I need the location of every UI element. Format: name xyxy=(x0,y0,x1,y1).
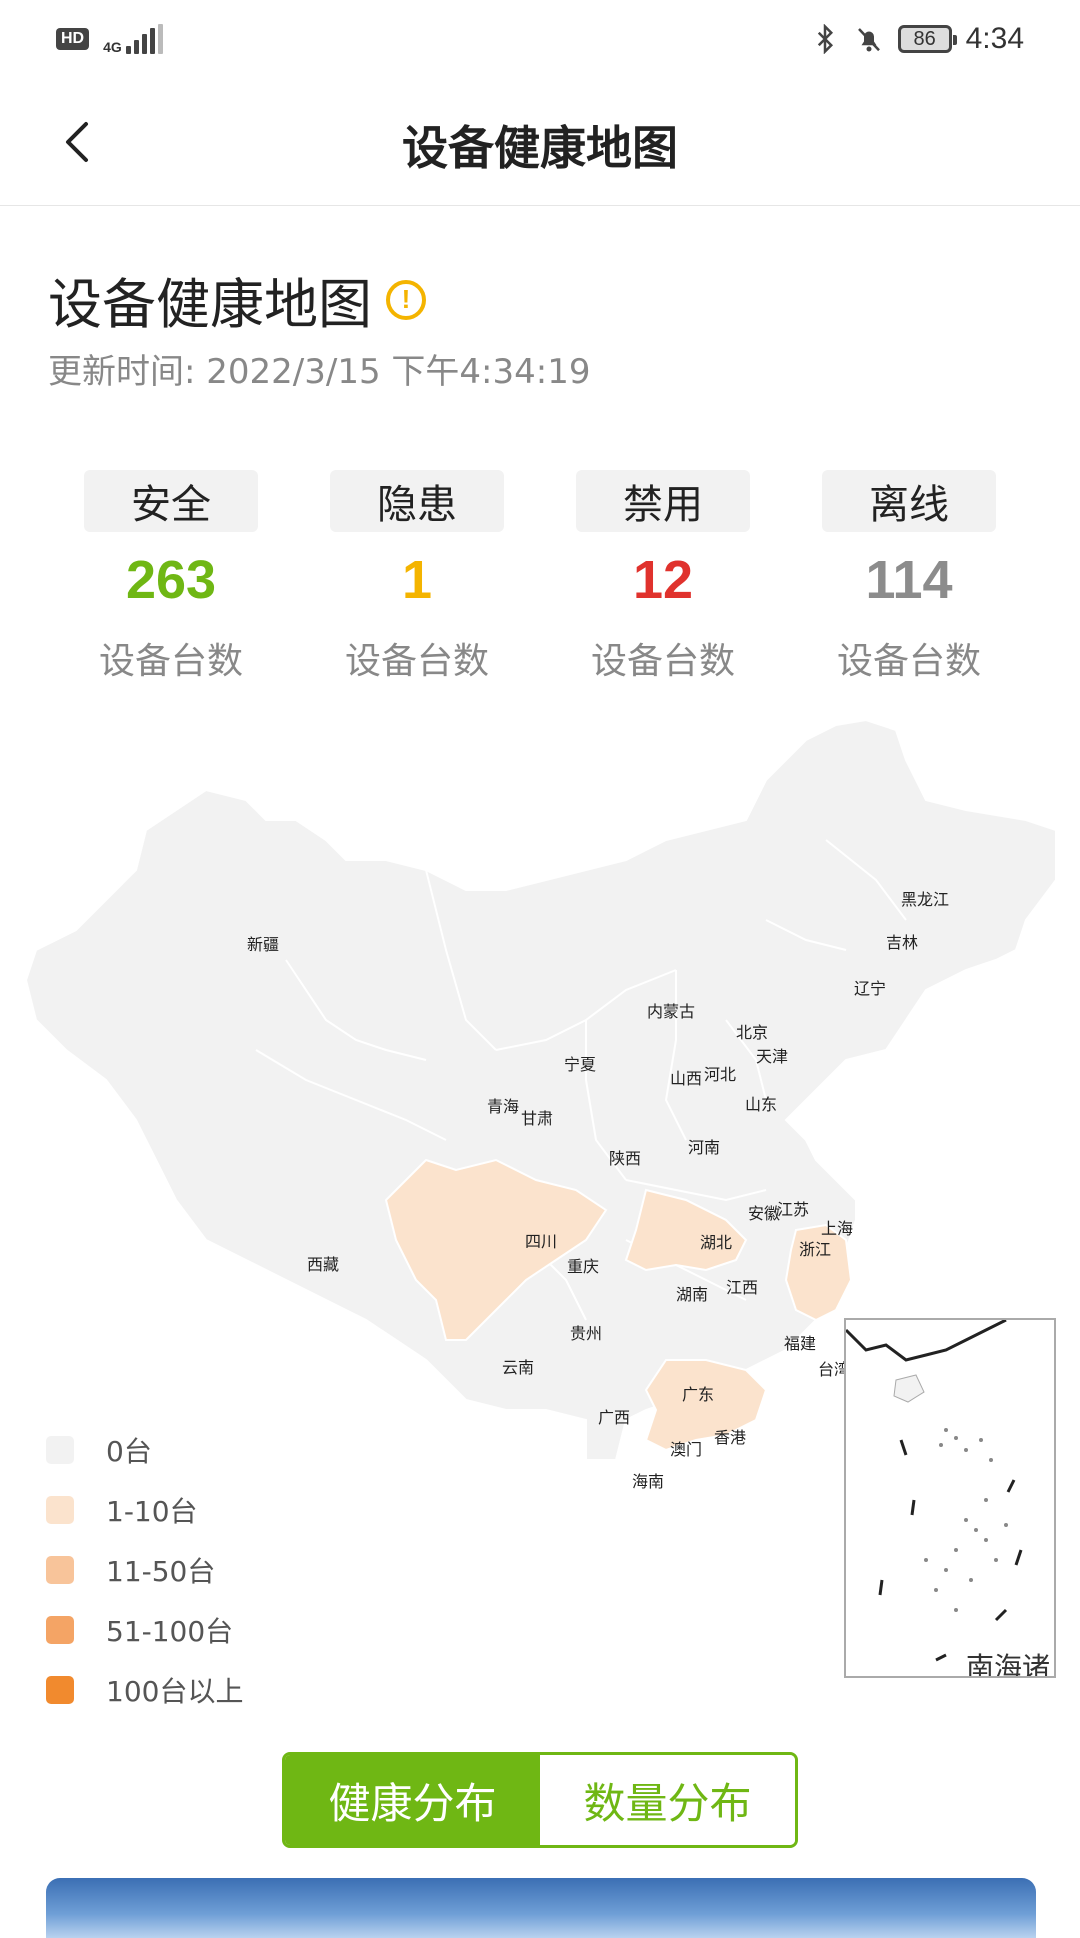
inset-hainan xyxy=(893,1374,925,1403)
page-title: 设备健康地图 ! xyxy=(48,260,426,339)
stat-offline[interactable]: 离线 114 设备台数 xyxy=(786,470,1032,684)
app-bar: 设备健康地图 xyxy=(0,78,1080,206)
province-label: 河北 xyxy=(703,1065,737,1084)
province-label: 云南 xyxy=(501,1358,535,1377)
province-label: 山西 xyxy=(669,1069,703,1088)
legend-label: 51-100台 xyxy=(106,1615,234,1648)
banner-image[interactable] xyxy=(46,1878,1036,1938)
stat-value: 114 xyxy=(865,550,953,610)
status-left: HD 4G xyxy=(56,24,163,54)
china-map[interactable]: 新疆 西藏 青海 甘肃 内蒙古 黑龙江 吉林 辽宁 北京 天津 宁夏 山西 河北… xyxy=(26,720,1056,1678)
province-label: 宁夏 xyxy=(563,1055,597,1074)
bluetooth-icon xyxy=(817,24,833,54)
province-label: 北京 xyxy=(735,1023,769,1042)
province-label: 广东 xyxy=(681,1385,715,1404)
province-label: 湖南 xyxy=(675,1285,709,1304)
inset-map xyxy=(846,1320,1023,1662)
province-label: 青海 xyxy=(486,1097,520,1116)
legend-swatch xyxy=(46,1436,74,1464)
update-time-label: 更新时间: xyxy=(48,352,207,392)
stat-label: 安全 xyxy=(84,470,258,532)
province-label: 江西 xyxy=(725,1278,759,1297)
province-label: 澳门 xyxy=(669,1440,703,1459)
legend-item: 51-100台 xyxy=(46,1600,243,1660)
legend-item: 11-50台 xyxy=(46,1540,243,1600)
province-label: 甘肃 xyxy=(520,1109,554,1128)
province-label: 海南 xyxy=(631,1472,665,1491)
page-title-text: 设备健康地图 xyxy=(48,273,372,336)
province-label: 内蒙古 xyxy=(646,1002,696,1021)
update-time-value: 2022/3/15 下午4:34:19 xyxy=(206,352,591,392)
clock: 4:34 xyxy=(965,22,1024,55)
legend-swatch xyxy=(46,1676,74,1704)
info-icon[interactable]: ! xyxy=(386,279,426,320)
battery-icon: 86 xyxy=(897,25,957,53)
map-legend: 0台 1-10台 11-50台 51-100台 100台以上 xyxy=(46,1420,243,1720)
stat-sub: 设备台数 xyxy=(836,641,981,682)
stat-sub: 设备台数 xyxy=(98,641,243,682)
province-label: 福建 xyxy=(783,1334,817,1353)
legend-swatch xyxy=(46,1496,74,1524)
legend-item: 1-10台 xyxy=(46,1480,243,1540)
stat-safe[interactable]: 安全 263 设备台数 xyxy=(48,470,294,684)
distribution-toggle: 健康分布 数量分布 xyxy=(282,1752,798,1848)
province-label: 湖北 xyxy=(699,1233,733,1252)
province-label: 广西 xyxy=(597,1408,631,1427)
province-label: 陕西 xyxy=(608,1149,642,1168)
network-indicator: 4G xyxy=(103,24,163,54)
quantity-distribution-tab[interactable]: 数量分布 xyxy=(540,1755,795,1845)
legend-item: 0台 xyxy=(46,1420,243,1480)
legend-label: 0台 xyxy=(106,1435,152,1468)
stat-label: 禁用 xyxy=(576,470,750,532)
legend-item: 100台以上 xyxy=(46,1660,243,1720)
province-label: 西藏 xyxy=(306,1255,340,1274)
stat-value: 1 xyxy=(401,550,433,610)
province-label: 江苏 xyxy=(776,1200,810,1219)
province-label: 香港 xyxy=(713,1428,747,1447)
legend-swatch xyxy=(46,1616,74,1644)
bell-muted-icon xyxy=(857,28,880,52)
stats-row: 安全 263 设备台数 隐患 1 设备台数 禁用 12 设备台数 离线 114 … xyxy=(48,470,1032,684)
inset-coast xyxy=(846,1320,1007,1362)
status-right: 86 4:34 xyxy=(810,22,1024,56)
stat-hazard[interactable]: 隐患 1 设备台数 xyxy=(294,470,540,684)
stat-sub: 设备台数 xyxy=(344,641,489,682)
province-label: 浙江 xyxy=(798,1240,832,1259)
inset-islands xyxy=(924,1428,1008,1612)
stat-value: 263 xyxy=(125,550,217,610)
legend-label: 11-50台 xyxy=(106,1555,216,1588)
legend-label: 100台以上 xyxy=(106,1675,244,1708)
inset-dashes xyxy=(878,1439,1023,1662)
legend-label: 1-10台 xyxy=(106,1495,198,1528)
province-label: 安徽 xyxy=(747,1204,781,1223)
province-guangdong xyxy=(644,1359,768,1452)
hd-badge: HD xyxy=(56,28,90,50)
stat-sub: 设备台数 xyxy=(590,641,735,682)
province-label: 贵州 xyxy=(569,1324,603,1343)
health-distribution-tab[interactable]: 健康分布 xyxy=(285,1755,540,1845)
south-china-sea-inset: 南海诸 xyxy=(844,1318,1056,1678)
app-bar-title: 设备健康地图 xyxy=(402,121,678,175)
legend-swatch xyxy=(46,1556,74,1584)
stat-disabled[interactable]: 禁用 12 设备台数 xyxy=(540,470,786,684)
inset-label: 南海诸 xyxy=(966,1651,1051,1678)
province-label: 新疆 xyxy=(246,935,280,954)
signal-icon xyxy=(125,24,163,54)
province-label: 天津 xyxy=(755,1047,789,1066)
network-type: 4G xyxy=(103,39,122,55)
province-label: 重庆 xyxy=(566,1257,600,1276)
province-label: 山东 xyxy=(744,1095,778,1114)
province-label: 四川 xyxy=(524,1232,558,1251)
stat-label: 离线 xyxy=(822,470,996,532)
province-label: 辽宁 xyxy=(853,979,887,998)
update-time: 更新时间: 2022/3/15 下午4:34:19 xyxy=(48,344,590,393)
province-label: 黑龙江 xyxy=(900,890,950,909)
stat-value: 12 xyxy=(632,550,694,610)
status-bar: HD 4G 86 4:34 xyxy=(0,0,1080,78)
province-label: 吉林 xyxy=(885,933,919,952)
stat-label: 隐患 xyxy=(330,470,504,532)
province-label: 河南 xyxy=(687,1138,721,1157)
